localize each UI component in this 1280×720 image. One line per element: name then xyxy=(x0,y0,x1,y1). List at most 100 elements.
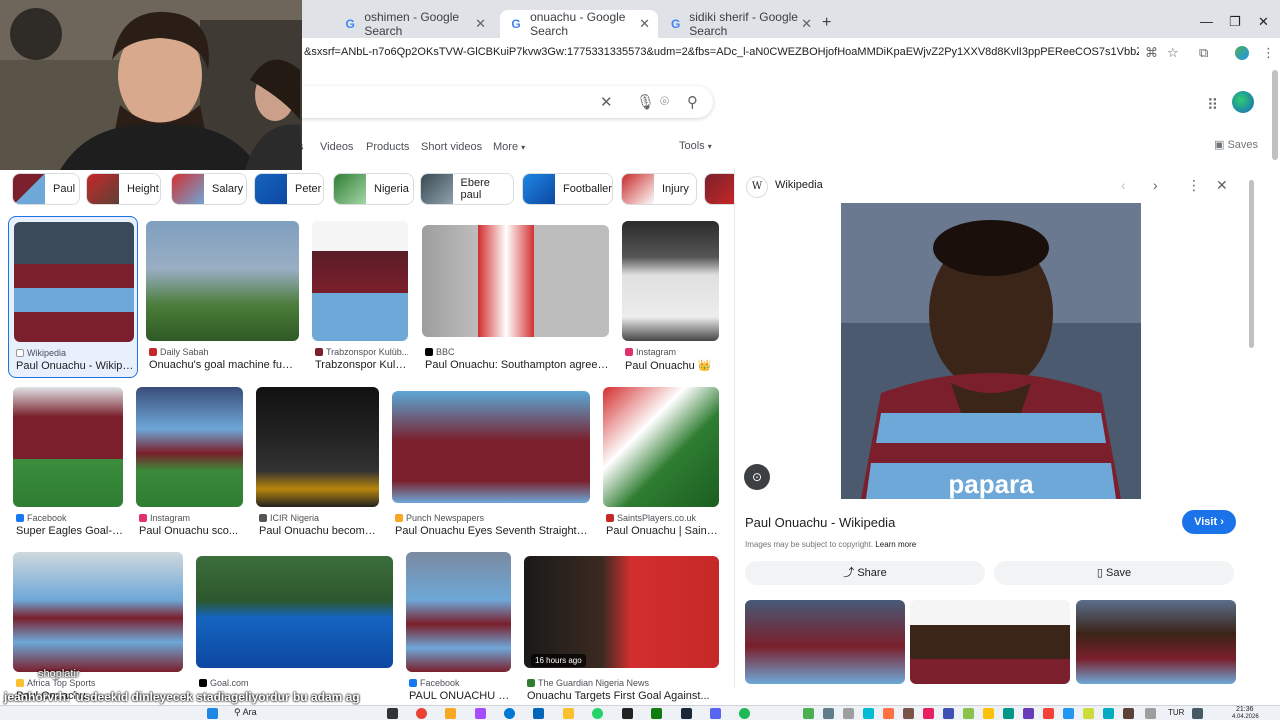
tray-icon[interactable] xyxy=(1083,708,1094,719)
network-icon[interactable] xyxy=(1192,708,1203,719)
voice-search-icon[interactable]: 🎙 xyxy=(636,93,655,111)
clock-time[interactable]: 21:36 xyxy=(1236,706,1254,713)
translate-icon[interactable]: ⌘ xyxy=(1145,45,1158,61)
chip-injury[interactable]: Injury xyxy=(621,173,697,205)
tray-icon[interactable] xyxy=(923,708,934,719)
result-card[interactable]: The Guardian Nigeria News Onuachu Target… xyxy=(524,556,719,702)
tab-short-videos[interactable]: Short videos xyxy=(421,141,482,153)
result-card[interactable]: Instagram Paul Onuachu 👑 xyxy=(622,221,719,373)
discord-icon[interactable] xyxy=(710,708,721,719)
google-apps-icon[interactable]: ⠿ xyxy=(1207,96,1218,114)
result-card[interactable]: BBC Paul Onuachu: Southampton agree to s… xyxy=(422,225,609,373)
result-card[interactable]: Facebook Super Eagles Goal-po... xyxy=(13,387,123,539)
tab-sidiki-sherif[interactable]: G sidiki sherif - Google Search ✕ xyxy=(660,10,820,38)
xbox-icon[interactable] xyxy=(651,708,662,719)
store-icon[interactable] xyxy=(533,708,544,719)
app-icon[interactable] xyxy=(622,708,633,719)
search-input[interactable]: ✕ 🎙 ⌾ ⚲ xyxy=(260,86,713,118)
task-view-icon[interactable] xyxy=(387,708,398,719)
preview-image[interactable]: papara xyxy=(841,203,1141,499)
account-avatar[interactable] xyxy=(1232,91,1254,113)
steam-icon[interactable] xyxy=(681,708,692,719)
url-field[interactable]: &sxsrf=ANbL-n7o6Qp2OKsTVW-GlCBKuiP7kvw3G… xyxy=(304,46,1139,58)
result-card[interactable]: Goal.com xyxy=(196,556,393,692)
language-indicator[interactable]: TUR xyxy=(1168,708,1184,717)
previous-icon[interactable]: ‹ xyxy=(1121,177,1126,193)
minimize-icon[interactable]: — xyxy=(1200,14,1213,29)
tray-icon[interactable] xyxy=(963,708,974,719)
result-card[interactable]: SaintsPlayers.co.uk Paul Onuachu | Saint… xyxy=(603,387,719,539)
visit-button[interactable]: Visit › xyxy=(1182,510,1236,534)
more-options-icon[interactable]: ⋮ xyxy=(1187,177,1201,194)
clock-date[interactable]: 4.04.2026 xyxy=(1232,714,1259,720)
chip-nigeria[interactable]: Nigeria xyxy=(333,173,414,205)
chevron-up-icon[interactable] xyxy=(1145,708,1156,719)
related-image[interactable] xyxy=(910,600,1070,684)
spotify-icon[interactable] xyxy=(739,708,750,719)
tray-icon[interactable] xyxy=(903,708,914,719)
new-tab-icon[interactable]: + xyxy=(822,14,831,32)
tray-icon[interactable] xyxy=(943,708,954,719)
window-close-icon[interactable]: ✕ xyxy=(1258,14,1269,30)
tray-icon[interactable] xyxy=(1103,708,1114,719)
tray-icon[interactable] xyxy=(843,708,854,719)
tab-oshimen[interactable]: G oshimen - Google Search ✕ xyxy=(334,10,494,38)
chip-salary[interactable]: Salary xyxy=(171,173,247,205)
clear-search-icon[interactable]: ✕ xyxy=(600,93,613,111)
menu-icon[interactable]: ⋮ xyxy=(1262,45,1275,61)
chip-height[interactable]: Height xyxy=(86,173,161,205)
panel-source[interactable]: Wikipedia xyxy=(775,179,823,191)
chrome-icon[interactable] xyxy=(416,708,427,719)
taskbar-search[interactable]: ⚲ Ara xyxy=(234,707,374,720)
result-card[interactable]: Punch Newspapers Paul Onuachu Eyes Seven… xyxy=(392,391,590,539)
result-card[interactable]: Instagram Paul Onuachu sco... xyxy=(136,387,243,539)
tray-icon[interactable] xyxy=(1043,708,1054,719)
save-button[interactable]: ▯ Save xyxy=(994,561,1234,585)
tab-more[interactable]: More ▾ xyxy=(493,141,525,153)
image-search-icon[interactable]: ⌾ xyxy=(660,93,669,110)
bookmark-star-icon[interactable]: ☆ xyxy=(1167,45,1179,61)
related-image[interactable] xyxy=(745,600,905,684)
tools-button[interactable]: Tools ▾ xyxy=(679,140,712,152)
next-icon[interactable]: › xyxy=(1153,177,1158,193)
tray-icon[interactable] xyxy=(883,708,894,719)
learn-more-link[interactable]: Learn more xyxy=(875,540,916,549)
result-card[interactable]: Daily Sabah Onuachu's goal machine fuels… xyxy=(146,221,299,373)
tray-icon[interactable] xyxy=(1063,708,1074,719)
chip-footballer[interactable]: Footballer xyxy=(522,173,613,205)
related-image[interactable] xyxy=(1076,600,1236,684)
tray-icon[interactable] xyxy=(863,708,874,719)
tab-products[interactable]: Products xyxy=(366,141,409,153)
tray-icon[interactable] xyxy=(1023,708,1034,719)
saves-button[interactable]: ▣ Saves xyxy=(1214,138,1258,151)
page-scrollbar[interactable] xyxy=(1272,70,1278,160)
tray-icon[interactable] xyxy=(983,708,994,719)
tray-icon[interactable] xyxy=(823,708,834,719)
panel-scrollbar[interactable] xyxy=(1249,180,1254,348)
chip-peter[interactable]: Peter xyxy=(254,173,324,205)
maximize-icon[interactable]: ❐ xyxy=(1229,14,1241,30)
result-card[interactable]: Trabzonspor Kulüb... Trabzonspor Kulüb..… xyxy=(312,221,408,373)
close-panel-icon[interactable]: ✕ xyxy=(1216,177,1228,194)
result-card[interactable]: Wikipedia Paul Onuachu - Wikipedia xyxy=(8,216,138,378)
tray-icon[interactable] xyxy=(1123,708,1134,719)
tab-videos[interactable]: Videos xyxy=(320,141,353,153)
result-card[interactable]: Facebook PAUL ONUACHU F1... xyxy=(406,552,511,702)
close-icon[interactable]: ✕ xyxy=(475,16,486,32)
app-icon[interactable] xyxy=(475,708,486,719)
close-icon[interactable]: ✕ xyxy=(801,16,812,32)
tray-icon[interactable] xyxy=(1003,708,1014,719)
file-explorer-icon[interactable] xyxy=(563,708,574,719)
app-icon[interactable] xyxy=(445,708,456,719)
result-card[interactable]: ICIR Nigeria Paul Onuachu becomes f... xyxy=(256,387,379,539)
profile-avatar[interactable] xyxy=(1235,46,1249,60)
whatsapp-icon[interactable] xyxy=(592,708,603,719)
chip-paul[interactable]: Paul xyxy=(12,173,80,205)
tab-onuachu[interactable]: G onuachu - Google Search ✕ xyxy=(500,10,658,38)
chip-ebere-paul[interactable]: Ebere paul xyxy=(420,173,514,205)
google-lens-icon[interactable]: ⊙ xyxy=(744,464,770,490)
search-icon[interactable]: ⚲ xyxy=(687,93,698,111)
windows-start-icon[interactable] xyxy=(207,708,218,719)
share-button[interactable]: ⤴ Share xyxy=(745,561,985,585)
tray-icon[interactable] xyxy=(803,708,814,719)
